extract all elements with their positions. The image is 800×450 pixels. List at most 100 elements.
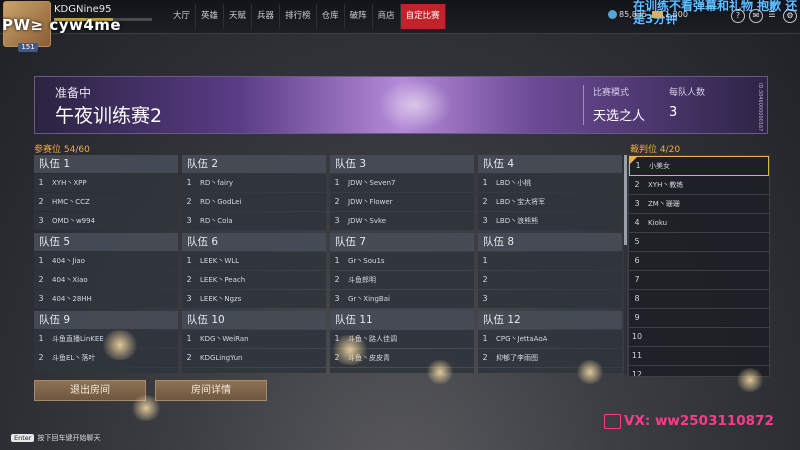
referee-name	[645, 271, 648, 289]
team-slot[interactable]: 2	[478, 271, 622, 289]
menu-icon[interactable]: ☰	[766, 9, 778, 21]
team-slot[interactable]: 1 XYH丶XPP	[34, 174, 178, 192]
referee-number: 5	[634, 237, 640, 246]
team-slot[interactable]: 3 LEEK丶Ngzs	[182, 290, 326, 308]
chat-hint[interactable]: Enter 按下回车键开始聊天	[11, 433, 100, 443]
team-slot[interactable]: 3 OMD丶w994	[34, 212, 178, 230]
slot-number: 3	[182, 368, 196, 373]
team-slot[interactable]: 2 JDW丶Flower	[330, 193, 474, 211]
team-slot[interactable]: 1 Gr丶Sou1s	[330, 252, 474, 270]
team-slot[interactable]: 1 LEEK丶WLL	[182, 252, 326, 270]
team-slot[interactable]: 3 JDW丶Svke	[330, 212, 474, 230]
nav-tab[interactable]: 天赋	[224, 4, 253, 29]
team-slot[interactable]: 1 KDG丶WeiRan	[182, 330, 326, 348]
mail-icon[interactable]: ✉	[749, 9, 763, 23]
team-name[interactable]: 队伍 6	[182, 233, 326, 251]
player-name: LEEK丶Peach	[200, 276, 246, 284]
referee-name	[645, 309, 648, 327]
team-name[interactable]: 队伍 4	[478, 155, 622, 173]
player-name: LBD丶小桃	[496, 179, 532, 187]
referee-slot[interactable]: 5	[629, 233, 769, 252]
referee-slot[interactable]: 8	[629, 290, 769, 309]
team-slot[interactable]: 3 Gr丶XingBai	[330, 290, 474, 308]
referee-number: 6	[634, 256, 640, 265]
team-slot[interactable]: 2 RD丶GodLei	[182, 193, 326, 211]
team-name[interactable]: 队伍 1	[34, 155, 178, 173]
team-slot[interactable]: 2 404丶Xiao	[34, 271, 178, 289]
referee-name: XYH丶教练	[648, 181, 684, 189]
team-slot[interactable]: 1 RD丶fairy	[182, 174, 326, 192]
team-slot[interactable]: 1	[478, 252, 622, 270]
nav-tab[interactable]: 大厅	[168, 4, 197, 29]
referee-slot[interactable]: 10	[629, 328, 769, 347]
slot-number: 3	[334, 294, 340, 303]
nav-tab[interactable]: 排行榜	[280, 4, 317, 29]
referee-slot[interactable]: 1 小美女	[629, 156, 769, 176]
team-name[interactable]: 队伍 10	[182, 311, 326, 329]
player-name: LEEK丶WLL	[200, 257, 240, 265]
team-card: 队伍 1 1 XYH丶XPP 2 HMC丶CCZ 3 OMD丶w994	[34, 155, 178, 230]
nav-tab[interactable]: 兵器	[252, 4, 281, 29]
team-slot[interactable]: 1 404丶Jiao	[34, 252, 178, 270]
team-slot[interactable]: 2 LEEK丶Peach	[182, 271, 326, 289]
team-slot[interactable]: 2 LBD丶宝大将军	[478, 193, 622, 211]
team-slot[interactable]: 1 JDW丶Seven7	[330, 174, 474, 192]
referee-number: 2	[634, 180, 640, 189]
player-name: Gr丶Sou1s	[348, 257, 385, 265]
team-slot[interactable]: 2 KDGLingYun	[182, 349, 326, 367]
team-name[interactable]: 队伍 5	[34, 233, 178, 251]
light-glow	[100, 330, 140, 360]
team-slot[interactable]: 3 RD丶Cola	[182, 212, 326, 230]
player-name: KDGNine95	[196, 368, 240, 373]
team-name[interactable]: 队伍 7	[330, 233, 474, 251]
team-slot[interactable]: 3OMD丶Pon...	[34, 368, 178, 373]
room-details-button[interactable]: 房间详情	[155, 380, 267, 401]
team-slot[interactable]: 3 LBD丶浪熊熊	[478, 212, 622, 230]
slot-number: 3	[38, 216, 44, 225]
referee-slot[interactable]: 9	[629, 309, 769, 328]
team-card: 队伍 5 1 404丶Jiao 2 404丶Xiao 3 404丶28HH	[34, 233, 178, 308]
team-slot[interactable]: 3KDGNine95	[182, 368, 326, 373]
referee-slot[interactable]: 11	[629, 347, 769, 366]
mode-label: 比赛模式	[593, 88, 630, 98]
player-name: KDGNine95	[54, 4, 112, 15]
stream-overlay-wechat: VX: ww2503110872	[624, 413, 774, 429]
player-name: RD丶fairy	[200, 179, 233, 187]
team-name[interactable]: 队伍 3	[330, 155, 474, 173]
team-scrollbar[interactable]	[624, 155, 627, 375]
player-name: DAJ丶小石头	[344, 368, 388, 373]
team-slot[interactable]: 3	[478, 290, 622, 308]
team-name[interactable]: 队伍 9	[34, 311, 178, 329]
question-icon[interactable]: ?	[731, 9, 745, 23]
team-name[interactable]: 队伍 11	[330, 311, 474, 329]
selected-corner-icon	[630, 157, 637, 164]
team-name[interactable]: 队伍 12	[478, 311, 622, 329]
team-slot[interactable]: 2 斗鱼郎明	[330, 271, 474, 289]
team-name[interactable]: 队伍 2	[182, 155, 326, 173]
player-name: 听雨	[492, 368, 510, 373]
nav-tab[interactable]: 仓库	[317, 4, 345, 29]
nav-tab[interactable]: 英雄	[196, 4, 225, 29]
slot-number: 2	[186, 353, 192, 362]
referee-slots-label: 裁判位 4/20	[630, 145, 681, 155]
team-name[interactable]: 队伍 8	[478, 233, 622, 251]
leave-room-button[interactable]: 退出房间	[34, 380, 146, 401]
player-name: CPG丶JettaAoA	[496, 335, 548, 343]
nav-tab[interactable]: 破阵	[345, 4, 373, 29]
nav-tab[interactable]: 商店	[373, 4, 401, 29]
team-slot[interactable]: 3 404丶28HH	[34, 290, 178, 308]
referee-slot[interactable]: 6	[629, 252, 769, 271]
nav-tab[interactable]: 自定比赛	[400, 4, 446, 29]
referee-slot[interactable]: 2 XYH丶教练	[629, 176, 769, 195]
referee-slot[interactable]: 4 Kioku	[629, 214, 769, 233]
team-slot[interactable]: 1 CPG丶JettaAoA	[478, 330, 622, 348]
stream-overlay-id: PW≥ cyw4me	[2, 16, 122, 34]
team-slot[interactable]: 1 LBD丶小桃	[478, 174, 622, 192]
slot-number: 1	[482, 334, 488, 343]
settings-icon[interactable]: ⚙	[783, 9, 797, 23]
ticket-icon	[652, 11, 663, 18]
team-card: 队伍 10 1 KDG丶WeiRan 2 KDGLingYun 3KDGNine95	[182, 311, 326, 373]
referee-slot[interactable]: 7	[629, 271, 769, 290]
referee-slot[interactable]: 3 ZM丶珊珊	[629, 195, 769, 214]
team-slot[interactable]: 2 HMC丶CCZ	[34, 193, 178, 211]
